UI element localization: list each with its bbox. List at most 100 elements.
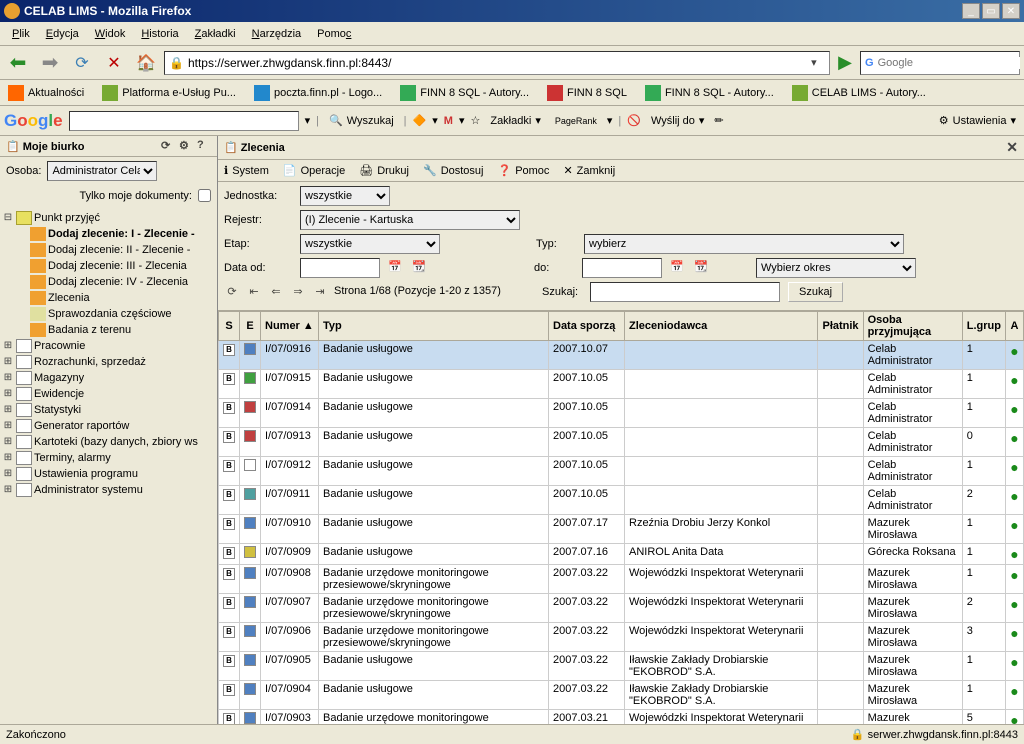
table-row[interactable]: B I/07/0905 Badanie usługowe 2007.03.22 … bbox=[219, 652, 1024, 681]
table-row[interactable]: B I/07/0909 Badanie usługowe 2007.07.16 … bbox=[219, 544, 1024, 565]
pager-next-icon[interactable]: ⇒ bbox=[290, 285, 306, 298]
jednostka-select[interactable]: wszystkie bbox=[300, 186, 390, 206]
bookmark-item[interactable]: FINN 8 SQL - Autory... bbox=[396, 83, 533, 103]
menu-drukuj[interactable]: 🖨Drukuj bbox=[359, 164, 409, 177]
table-row[interactable]: B I/07/0908 Badanie urzędowe monitoringo… bbox=[219, 565, 1024, 594]
col-numer[interactable]: Numer ▲ bbox=[261, 312, 319, 341]
reload-button[interactable]: ⟳ bbox=[68, 49, 96, 77]
minimize-button[interactable]: _ bbox=[962, 3, 980, 19]
menu-edycja[interactable]: Edycja bbox=[38, 26, 87, 42]
calendar-icon[interactable]: 📅 bbox=[388, 260, 404, 276]
menu-widok[interactable]: Widok bbox=[87, 26, 134, 42]
bookmark-item[interactable]: Aktualności bbox=[4, 83, 88, 103]
tree-magazyny[interactable]: ⊞Magazyny bbox=[2, 370, 215, 386]
menu-pomoc[interactable]: Pomoc bbox=[309, 26, 359, 42]
menu-zakladki[interactable]: Zakładki bbox=[187, 26, 244, 42]
google-zakladki[interactable]: Zakładki▾ bbox=[486, 112, 545, 129]
table-row[interactable]: B I/07/0915 Badanie usługowe 2007.10.05 … bbox=[219, 370, 1024, 399]
tree-badania[interactable]: Badania z terenu bbox=[16, 322, 215, 338]
menu-dostosuj[interactable]: 🔧Dostosuj bbox=[423, 164, 484, 177]
col-s[interactable]: S bbox=[219, 312, 240, 341]
tree-terminy[interactable]: ⊞Terminy, alarmy bbox=[2, 450, 215, 466]
rejestr-select[interactable]: (I) Zlecenie - Kartuska bbox=[300, 210, 520, 230]
table-row[interactable]: B I/07/0904 Badanie usługowe 2007.03.22 … bbox=[219, 681, 1024, 710]
panel-close-icon[interactable]: ✕ bbox=[1006, 139, 1018, 156]
col-typ[interactable]: Typ bbox=[319, 312, 549, 341]
maximize-button[interactable]: ▭ bbox=[982, 3, 1000, 19]
bookmark-item[interactable]: FINN 8 SQL - Autory... bbox=[641, 83, 778, 103]
col-a[interactable]: A bbox=[1006, 312, 1024, 341]
typ-select[interactable]: wybierz bbox=[584, 234, 904, 254]
gmail-icon[interactable]: M bbox=[444, 115, 453, 127]
go-button[interactable]: ▶ bbox=[834, 52, 856, 73]
google-ustawienia[interactable]: ⚙Ustawienia▾ bbox=[935, 112, 1020, 129]
tylko-moje-checkbox[interactable] bbox=[198, 189, 211, 202]
data-od-input[interactable] bbox=[300, 258, 380, 278]
calendar-icon[interactable]: 📆 bbox=[412, 260, 428, 276]
menu-pomoc[interactable]: ❓Pomoc bbox=[497, 164, 549, 177]
pager-last-icon[interactable]: ⇥ bbox=[312, 285, 328, 298]
search-bar[interactable]: G 🔍 bbox=[860, 51, 1020, 75]
tree-kartoteki[interactable]: ⊞Kartoteki (bazy danych, zbiory ws bbox=[2, 434, 215, 450]
star-icon[interactable]: ☆ bbox=[470, 114, 480, 127]
bookmark-item[interactable]: CELAB LIMS - Autory... bbox=[788, 83, 930, 103]
settings-icon[interactable]: ⚙ bbox=[179, 139, 193, 153]
table-row[interactable]: B I/07/0907 Badanie urzędowe monitoringo… bbox=[219, 594, 1024, 623]
google-search-input[interactable] bbox=[69, 111, 299, 131]
okres-select[interactable]: Wybierz okres bbox=[756, 258, 916, 278]
table-row[interactable]: B I/07/0906 Badanie urzędowe monitoringo… bbox=[219, 623, 1024, 652]
pager-first-icon[interactable]: ⇤ bbox=[246, 285, 262, 298]
tree-zlecenia[interactable]: Zlecenia bbox=[16, 290, 215, 306]
tree-dodaj-1[interactable]: Dodaj zlecenie: I - Zlecenie - bbox=[16, 226, 215, 242]
data-do-input[interactable] bbox=[582, 258, 662, 278]
calendar-icon[interactable]: 📆 bbox=[694, 260, 710, 276]
tree-ewidencje[interactable]: ⊞Ewidencje bbox=[2, 386, 215, 402]
bookmark-item[interactable]: poczta.finn.pl - Logo... bbox=[250, 83, 386, 103]
tree-admin[interactable]: ⊞Administrator systemu bbox=[2, 482, 215, 498]
osoba-select[interactable]: Administrator Celab bbox=[47, 161, 157, 181]
google-pagerank[interactable]: PageRank bbox=[551, 114, 601, 128]
col-e[interactable]: E bbox=[240, 312, 261, 341]
google-wyszukaj[interactable]: 🔍Wyszukaj bbox=[325, 112, 398, 129]
pager-prev-icon[interactable]: ⇐ bbox=[268, 285, 284, 298]
tree-generator[interactable]: ⊞Generator raportów bbox=[2, 418, 215, 434]
url-bar[interactable]: 🔒 ▾ bbox=[164, 51, 830, 75]
tree-sprawozdania[interactable]: Sprawozdania częściowe bbox=[16, 306, 215, 322]
tree-dodaj-3[interactable]: Dodaj zlecenie: III - Zlecenia bbox=[16, 258, 215, 274]
table-row[interactable]: B I/07/0914 Badanie usługowe 2007.10.05 … bbox=[219, 399, 1024, 428]
menu-system[interactable]: ℹSystem bbox=[224, 164, 269, 177]
table-row[interactable]: B I/07/0910 Badanie usługowe 2007.07.17 … bbox=[219, 515, 1024, 544]
dropdown-icon[interactable]: ▾ bbox=[305, 114, 311, 127]
table-row[interactable]: B I/07/0903 Badanie urzędowe monitoringo… bbox=[219, 710, 1024, 725]
tree-dodaj-2[interactable]: Dodaj zlecenie: II - Zlecenie - bbox=[16, 242, 215, 258]
pager-refresh-icon[interactable]: ⟳ bbox=[224, 285, 240, 298]
tree-rozrachunki[interactable]: ⊞Rozrachunki, sprzedaż bbox=[2, 354, 215, 370]
calendar-icon[interactable]: 📅 bbox=[670, 260, 686, 276]
url-input[interactable] bbox=[188, 56, 807, 70]
highlight-icon[interactable]: ✏ bbox=[714, 114, 723, 127]
tree-punkt-przyjec[interactable]: ⊟ Punkt przyjęć bbox=[2, 210, 215, 226]
col-osoba[interactable]: Osoba przyjmująca bbox=[863, 312, 962, 341]
menu-zamknij[interactable]: ✕Zamknij bbox=[563, 164, 615, 177]
col-lgrup[interactable]: L.grup bbox=[962, 312, 1005, 341]
help-icon[interactable]: ? bbox=[197, 139, 211, 153]
tree-ustawienia[interactable]: ⊞Ustawienia programu bbox=[2, 466, 215, 482]
table-row[interactable]: B I/07/0911 Badanie usługowe 2007.10.05 … bbox=[219, 486, 1024, 515]
google-wyslij[interactable]: Wyślij do▾ bbox=[647, 112, 708, 129]
home-button[interactable]: 🏠 bbox=[132, 49, 160, 77]
refresh-icon[interactable]: ⟳ bbox=[161, 139, 175, 153]
tree-statystyki[interactable]: ⊞Statystyki bbox=[2, 402, 215, 418]
url-dropdown-icon[interactable]: ▾ bbox=[811, 56, 825, 69]
forward-button[interactable]: ➡ bbox=[36, 49, 64, 77]
close-button[interactable]: ✕ bbox=[1002, 3, 1020, 19]
block-icon[interactable]: 🚫 bbox=[627, 114, 641, 127]
col-zlecen[interactable]: Zleceniodawca bbox=[625, 312, 818, 341]
szukaj-button[interactable]: Szukaj bbox=[788, 282, 843, 302]
table-row[interactable]: B I/07/0916 Badanie usługowe 2007.10.07 … bbox=[219, 341, 1024, 370]
col-platnik[interactable]: Płatnik bbox=[818, 312, 863, 341]
etap-select[interactable]: wszystkie bbox=[300, 234, 440, 254]
menu-narzedzia[interactable]: Narzędzia bbox=[244, 26, 310, 42]
back-button[interactable]: ⬅ bbox=[4, 49, 32, 77]
stop-button[interactable]: ✕ bbox=[100, 49, 128, 77]
tree-dodaj-4[interactable]: Dodaj zlecenie: IV - Zlecenia bbox=[16, 274, 215, 290]
